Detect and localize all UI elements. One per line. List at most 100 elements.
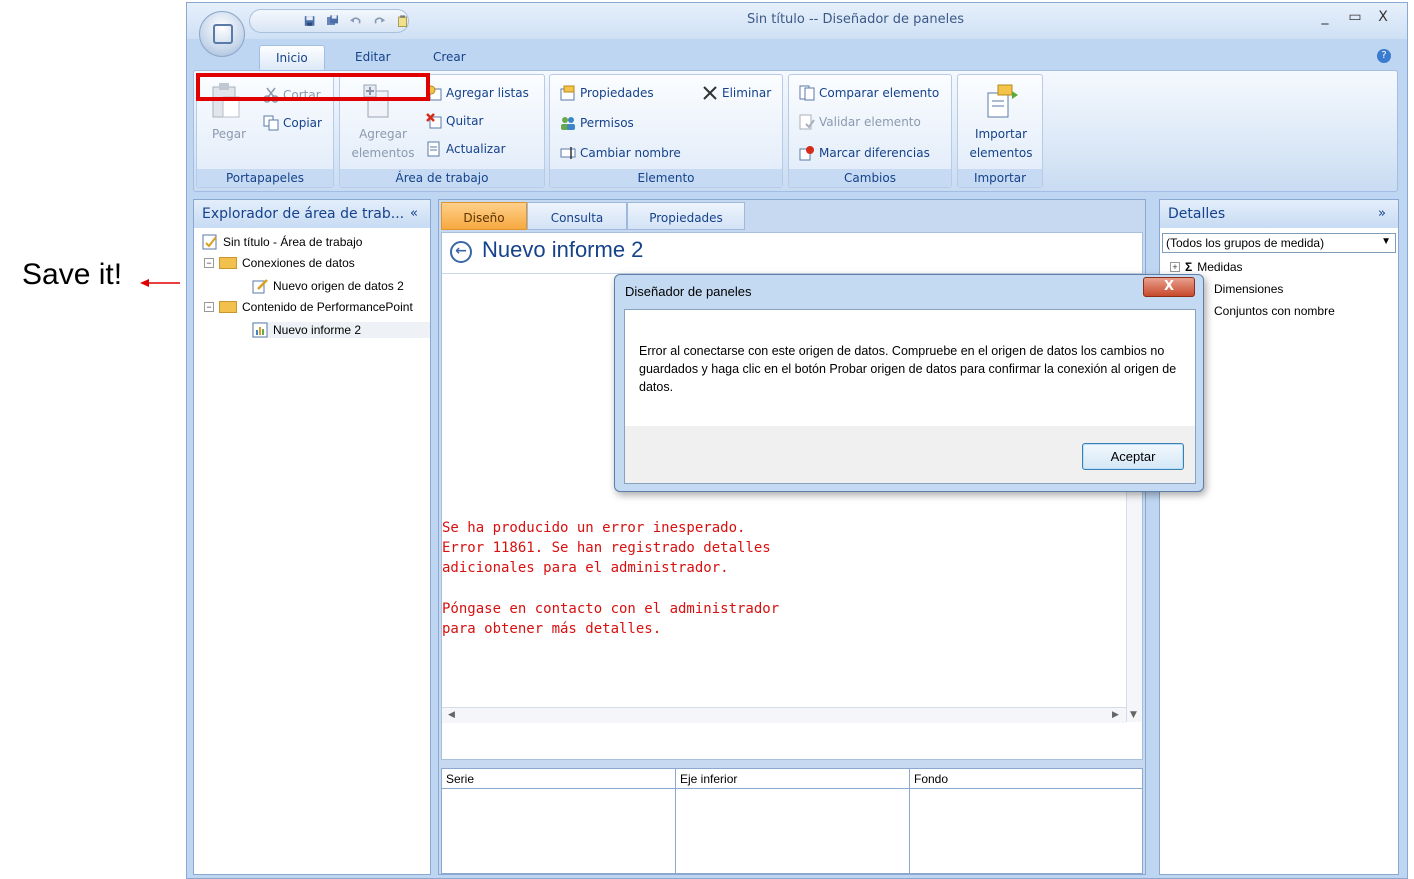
group-importar: Importar elementos Importar	[957, 74, 1043, 188]
tree-label-datasource: Nuevo origen de datos 2	[273, 279, 404, 293]
tab-editar[interactable]: Editar	[339, 45, 407, 71]
annotation-label: Save it!	[22, 258, 123, 291]
copy-button[interactable]: Copiar	[263, 115, 322, 131]
rename-label: Cambiar nombre	[580, 146, 681, 160]
ok-button[interactable]: Aceptar	[1082, 443, 1184, 470]
expand-toggle-icon[interactable]: +	[1170, 262, 1180, 272]
help-icon[interactable]: ?	[1377, 49, 1391, 63]
tab-crear[interactable]: Crear	[417, 45, 482, 71]
details-item-measures[interactable]: + Σ Medidas	[1170, 260, 1243, 274]
tree-item-connections[interactable]: − Conexiones de datos	[204, 256, 355, 270]
rename-button[interactable]: Cambiar nombre	[560, 145, 681, 161]
permissions-label: Permisos	[580, 116, 634, 130]
collapse-toggle-icon[interactable]: −	[204, 258, 214, 268]
office-button[interactable]	[199, 11, 245, 57]
group-label-cambios: Cambios	[789, 169, 951, 187]
remove-icon	[426, 113, 442, 129]
permissions-button[interactable]: Permisos	[560, 115, 634, 131]
explorer-collapse-button[interactable]: «	[410, 206, 418, 221]
clipboard-icon[interactable]	[397, 14, 408, 28]
tab-consulta[interactable]: Consulta	[527, 202, 627, 230]
details-label-dimensions: Dimensiones	[1214, 282, 1284, 296]
datasource-edit-icon	[252, 279, 268, 294]
add-items-label-1: Agregar	[359, 127, 407, 141]
window-title: Sin título -- Diseñador de paneles	[747, 12, 964, 27]
tree-item-content[interactable]: − Contenido de PerformancePoint	[204, 300, 413, 314]
details-label-named-sets: Conjuntos con nombre	[1214, 304, 1335, 318]
tree-label-report: Nuevo informe 2	[273, 323, 362, 337]
explorer-title: Explorador de área de trab...	[202, 206, 405, 222]
drop-zone-bottom-axis[interactable]: Eje inferior	[676, 769, 910, 873]
maximize-button[interactable]: ▭	[1343, 9, 1367, 29]
validate-icon	[799, 114, 815, 130]
refresh-button[interactable]: Actualizar	[426, 141, 506, 157]
rename-icon	[560, 147, 576, 159]
compare-button[interactable]: Comparar elemento	[799, 85, 939, 101]
remove-button[interactable]: Quitar	[426, 113, 483, 129]
add-lists-label: Agregar listas	[446, 86, 529, 100]
details-item-named-sets[interactable]: Conjuntos con nombre	[1214, 304, 1335, 318]
mark-differences-icon	[799, 146, 814, 161]
undo-icon[interactable]	[350, 14, 361, 28]
scroll-left-icon[interactable]: ◀	[448, 710, 455, 720]
delete-button[interactable]: Eliminar	[702, 85, 771, 101]
column-header-background: Fondo	[910, 769, 1142, 789]
paste-button[interactable]: Pegar	[201, 125, 257, 144]
group-label-importar: Importar	[958, 169, 1042, 187]
drop-zone-background[interactable]: Fondo	[910, 769, 1142, 873]
group-elemento: Propiedades Eliminar Permisos Cambiar no…	[549, 74, 783, 188]
annotation-arrow-icon	[140, 279, 180, 287]
tree-item-report[interactable]: Nuevo informe 2	[252, 322, 430, 338]
close-button[interactable]: X	[1371, 9, 1395, 29]
refresh-label: Actualizar	[446, 142, 506, 156]
add-lists-button[interactable]: Agregar listas	[426, 85, 529, 101]
measure-group-select[interactable]: (Todos los grupos de medida) ▼	[1162, 233, 1396, 253]
explorer-header: Explorador de área de trab...	[194, 200, 430, 228]
copy-icon	[263, 115, 279, 131]
import-label-1: Importar	[974, 127, 1028, 141]
workspace-explorer: Explorador de área de trab... « Sin títu…	[193, 199, 431, 875]
add-items-label-2: elementos	[351, 146, 415, 160]
scroll-right-icon[interactable]: ▶	[1112, 710, 1119, 720]
tree-item-workspace[interactable]: Sin título - Área de trabajo	[202, 234, 362, 250]
tree-item-datasource[interactable]: Nuevo origen de datos 2	[252, 278, 404, 294]
properties-icon	[560, 85, 575, 101]
dialog-close-button[interactable]: X	[1143, 277, 1195, 297]
group-label-area: Área de trabajo	[340, 169, 544, 187]
back-arrow-icon[interactable]: ←	[450, 241, 472, 263]
tree-label-content: Contenido de PerformancePoint	[242, 300, 413, 314]
measure-group-value: (Todos los grupos de medida)	[1166, 236, 1325, 250]
save-all-icon[interactable]	[327, 14, 339, 28]
report-title: Nuevo informe 2	[482, 237, 644, 262]
import-items-icon	[987, 84, 1018, 118]
add-items-button[interactable]: Agregar elementos	[348, 125, 418, 163]
tab-propiedades[interactable]: Propiedades	[627, 202, 745, 230]
save-icon[interactable]	[304, 14, 315, 28]
horizontal-scrollbar[interactable]: ◀ ▶	[442, 707, 1126, 723]
column-header-bottom-axis: Eje inferior	[676, 769, 909, 789]
dialog-title: Diseñador de paneles	[625, 284, 752, 299]
validate-label: Validar elemento	[819, 115, 921, 129]
validate-button[interactable]: Validar elemento	[799, 114, 921, 130]
scroll-down-icon[interactable]: ▼	[1130, 710, 1137, 720]
sigma-icon: Σ	[1185, 260, 1193, 274]
minimize-button[interactable]: _	[1313, 9, 1337, 29]
compare-label: Comparar elemento	[819, 86, 940, 100]
error-dialog: Diseñador de paneles X Error al conectar…	[614, 274, 1204, 492]
tree-label-workspace: Sin título - Área de trabajo	[223, 235, 363, 249]
tab-diseno[interactable]: Diseño	[441, 202, 527, 230]
series-axis-panel: Serie Eje inferior Fondo	[441, 768, 1143, 874]
tab-inicio[interactable]: Inicio	[259, 45, 325, 71]
collapse-toggle-icon[interactable]: −	[204, 302, 214, 312]
details-expand-button[interactable]: »	[1378, 206, 1386, 221]
properties-button[interactable]: Propiedades	[560, 85, 654, 101]
mark-diff-label: Marcar diferencias	[819, 146, 930, 160]
mark-diff-button[interactable]: Marcar diferencias	[799, 145, 930, 161]
drop-zone-series[interactable]: Serie	[442, 769, 676, 873]
redo-icon[interactable]	[374, 14, 385, 28]
delete-label: Eliminar	[722, 86, 772, 100]
details-title: Detalles	[1168, 206, 1226, 222]
import-items-button[interactable]: Importar elementos	[958, 125, 1044, 163]
dropdown-caret-icon: ▼	[1381, 236, 1391, 247]
details-item-dimensions[interactable]: Dimensiones	[1214, 282, 1283, 296]
